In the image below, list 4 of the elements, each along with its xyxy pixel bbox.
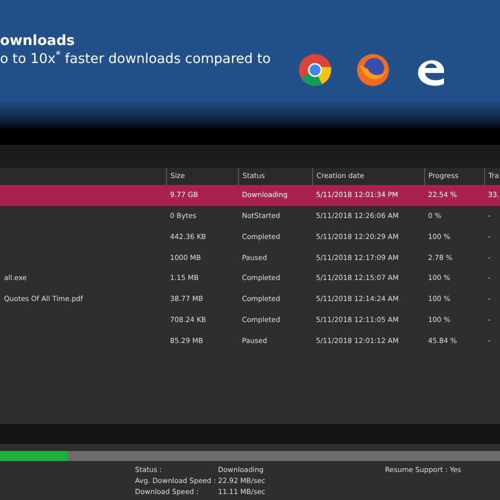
browser-icon [298,53,332,87]
banner-subtitle: o to 10x$^{*}$ faster downloads compared to [0,50,272,68]
banner-title: ownloads [0,32,76,50]
browser-icon [356,53,390,87]
